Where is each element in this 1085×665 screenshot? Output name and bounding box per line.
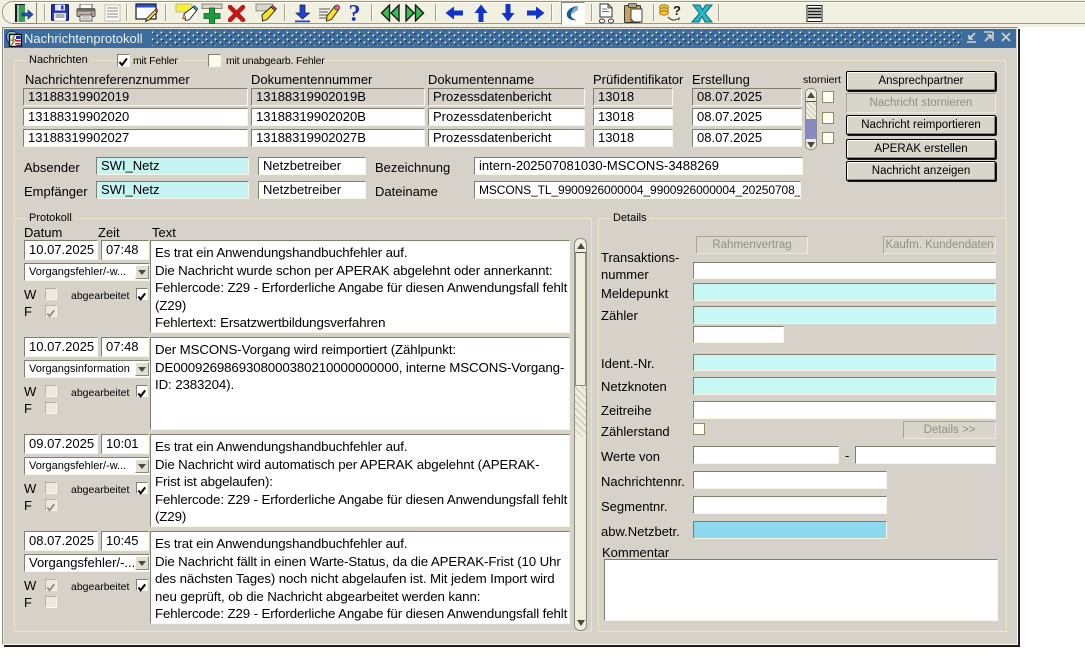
svg-text:?: ? bbox=[349, 2, 361, 25]
svg-text:?: ? bbox=[673, 3, 681, 18]
